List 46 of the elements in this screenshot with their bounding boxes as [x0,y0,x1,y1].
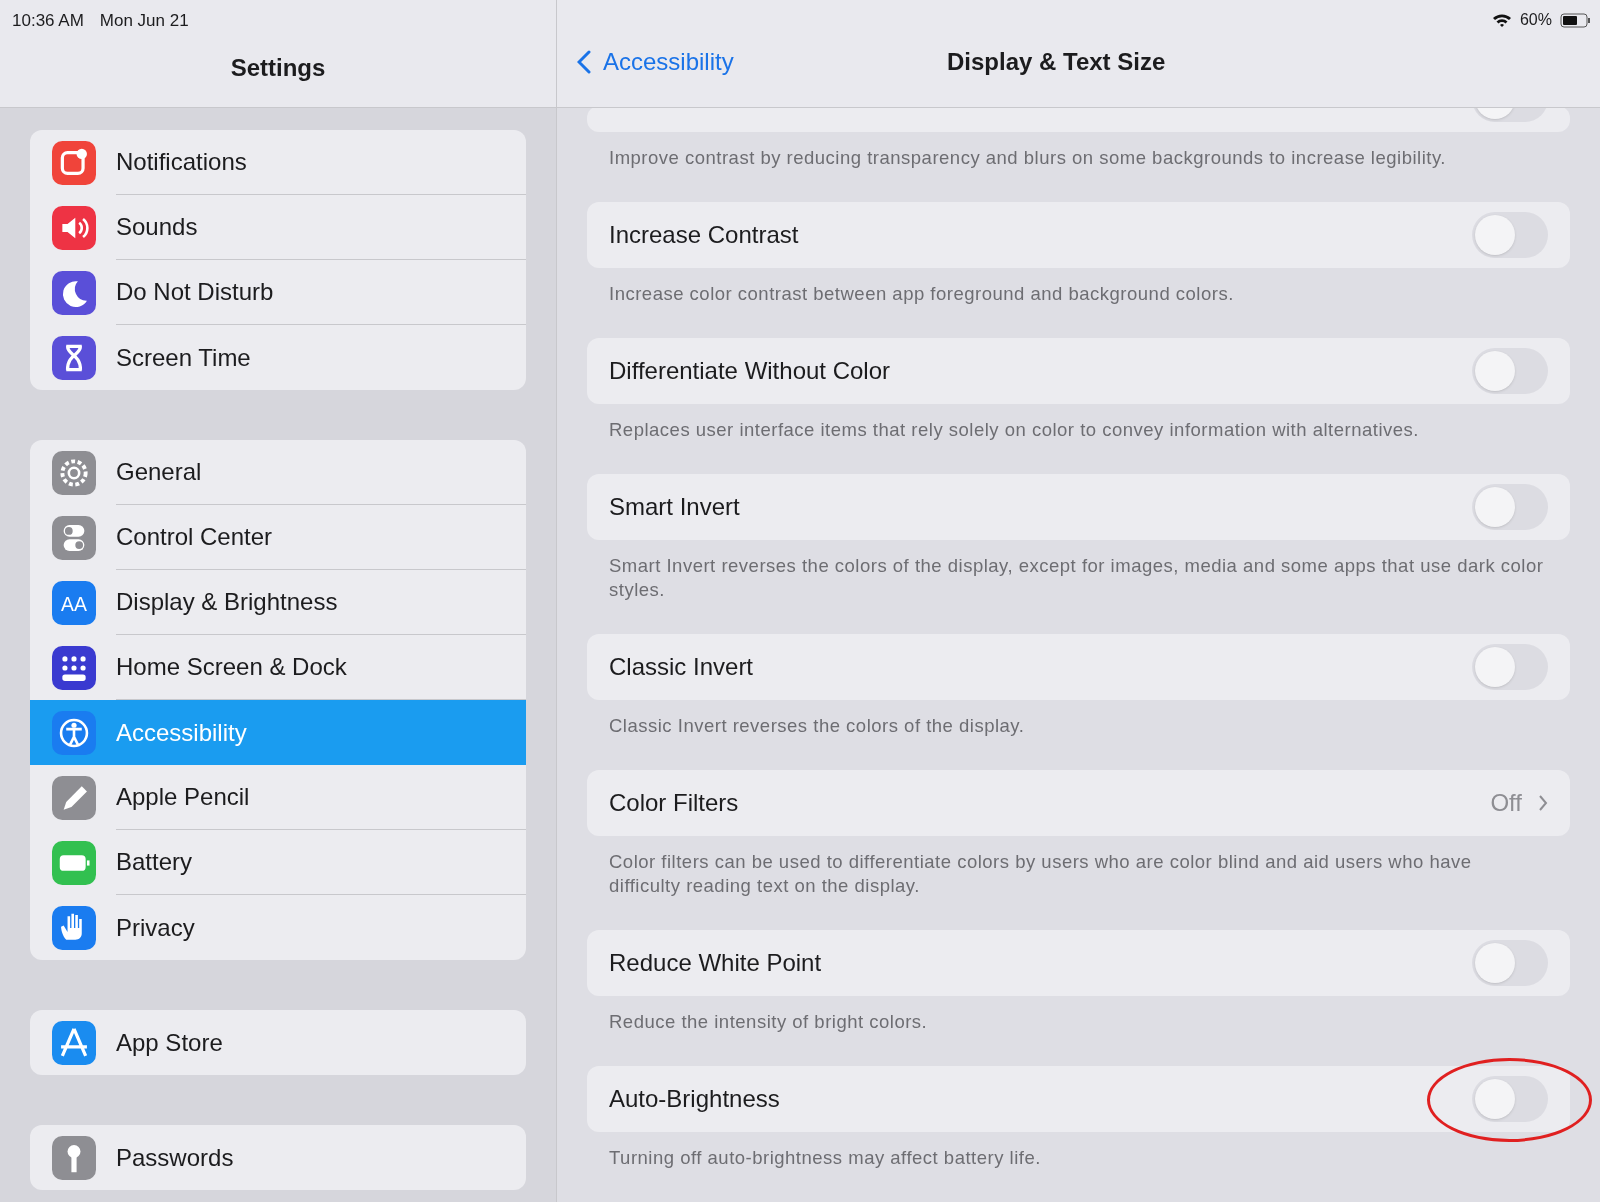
setting-description: Improve contrast by reducing transparency and blurs on some backgrounds to increase legibility. [608,146,1447,170]
toggle-switch[interactable] [1472,212,1548,258]
sidebar-item[interactable]: Privacy [30,895,526,960]
setting-description: Turning off auto-brightness may affect battery life. [608,1146,1042,1170]
battery-percent: 60% [1519,10,1552,30]
toggle-switch[interactable] [1472,644,1548,690]
sidebar-item[interactable]: General [30,440,526,505]
sidebar-title: Settings [230,52,326,83]
setting-description: Color filters can be used to differentiate colors by users who are color blind and aid users who have difficulty reading text on the display. [608,850,1473,898]
sidebar-item[interactable]: AA Display & Brightness [30,570,526,635]
setting-description: Reduce the intensity of bright colors. [608,1010,929,1034]
setting-row[interactable]: Smart Invert [587,474,1570,540]
back-chevron-icon [577,50,591,74]
status-date: Mon Jun 21 [99,10,189,32]
sidebar-item[interactable]: Screen Time [30,325,526,390]
back-button[interactable]: Accessibility [577,44,947,80]
toggle-switch[interactable] [1472,348,1548,394]
sidebar-item[interactable]: Battery [30,830,526,895]
setting-row[interactable]: Classic Invert [587,634,1570,700]
sidebar-item[interactable]: Notifications [30,130,526,195]
page-title: Display & Text Size [947,47,1166,77]
setting-row[interactable]: Auto-Brightness [587,1066,1570,1132]
battery-icon [1560,12,1592,28]
setting-value: Off [1490,788,1522,818]
sidebar-item[interactable]: Sounds [30,195,526,260]
sidebar-item[interactable]: Do Not Disturb [30,260,526,325]
wifi-icon [1491,12,1512,28]
setting-row[interactable] [587,108,1570,132]
settings-app-icon: AA [52,580,96,625]
setting-row[interactable]: Increase Contrast [587,202,1570,268]
status-time: 10:36 AM [12,10,84,32]
toggle-switch[interactable] [1472,940,1548,986]
toggle-switch[interactable] [1472,1076,1548,1122]
setting-row[interactable]: Differentiate Without Color [587,338,1570,404]
setting-row[interactable]: Reduce White Point [587,930,1570,996]
setting-description: Classic Invert reverses the colors of the display. [608,714,1026,738]
sidebar-item[interactable]: App Store [30,1010,526,1075]
sidebar-item[interactable]: Passwords [30,1125,526,1190]
sidebar-item[interactable]: Control Center [30,505,526,570]
toggle-switch[interactable] [1472,484,1548,530]
sidebar-item[interactable]: Apple Pencil [30,765,526,830]
chevron-right-icon [1538,794,1548,812]
setting-description: Smart Invert reverses the colors of the display, except for images, media and some apps that use dark color styles. [608,554,1545,602]
setting-description: Replaces user interface items that rely solely on color to convey information with alternatives. [608,418,1420,442]
setting-row[interactable]: Color Filters Off [587,770,1570,836]
setting-description: Increase color contrast between app foreground and background colors. [608,282,1235,306]
